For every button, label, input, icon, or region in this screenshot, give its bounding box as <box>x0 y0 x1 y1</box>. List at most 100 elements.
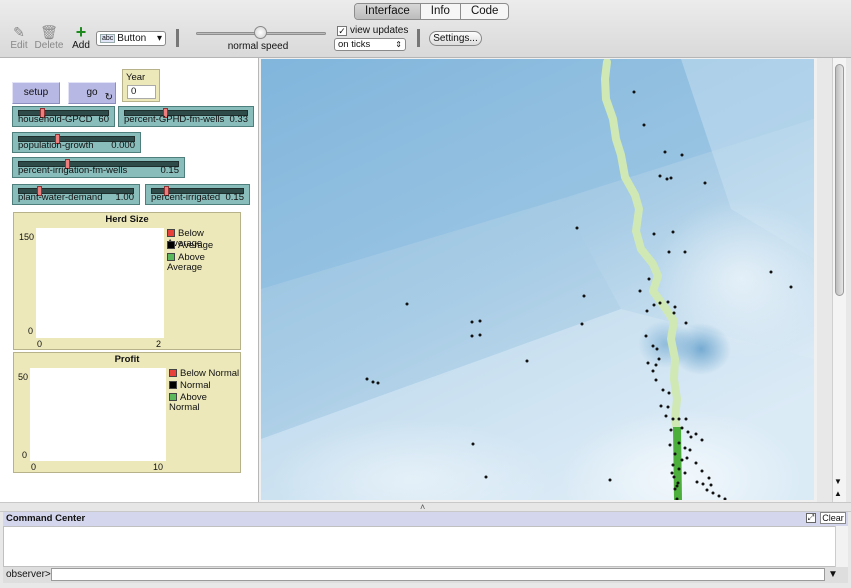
agent-dot <box>582 294 586 298</box>
agent-dot <box>717 494 721 498</box>
agent-dot <box>685 456 689 460</box>
legend-item: Average <box>167 241 213 251</box>
agent-dot <box>478 319 482 323</box>
slider-percent-irrigated[interactable]: percent-irrigated 0.15 <box>145 184 250 205</box>
legend-label: Normal <box>180 380 211 391</box>
slider-label: percent-irrigated <box>151 192 221 203</box>
legend-swatch <box>169 369 177 377</box>
agent-dot <box>669 428 673 432</box>
agent-dot <box>484 475 488 479</box>
plot-title: Profit <box>114 354 140 365</box>
tab-code[interactable]: Code <box>461 4 508 19</box>
world-view[interactable] <box>258 58 817 502</box>
slider-household-gpcd[interactable]: household-GPCD 60 <box>12 106 115 127</box>
edit-tool[interactable]: ✎ Edit <box>2 24 36 51</box>
agent-dot <box>655 347 659 351</box>
agent-dot <box>647 277 651 281</box>
tab-info[interactable]: Info <box>421 4 461 19</box>
clear-button[interactable]: Clear <box>820 512 846 524</box>
agent-dot <box>470 320 474 324</box>
command-output[interactable] <box>3 526 841 567</box>
button-widget-icon: abc <box>100 34 116 43</box>
agent-dot <box>580 322 584 326</box>
agent-dot <box>703 181 707 185</box>
slider-label: plant-water-demand <box>18 192 103 203</box>
agent-dot <box>667 250 671 254</box>
agent-dot <box>673 305 677 309</box>
agent-dot <box>471 442 475 446</box>
agent-dot <box>663 150 667 154</box>
legend-item: Above Normal <box>169 393 240 413</box>
slider-value: 0.000 <box>111 140 135 151</box>
world-canvas[interactable] <box>261 59 814 500</box>
legend-item: Above Average <box>167 253 240 273</box>
agent-dot <box>365 377 369 381</box>
view-updates-checkbox[interactable]: ✓ view updates <box>337 25 408 36</box>
command-center-header: Command Center ⤢ Clear <box>3 512 848 526</box>
agent-dot <box>789 285 793 289</box>
agent-type-label[interactable]: observer> <box>6 569 51 580</box>
slider-label: percent-GPHD-fm-wells <box>124 114 225 125</box>
agent-dot <box>684 417 688 421</box>
speed-slider-knob[interactable] <box>254 26 267 39</box>
delete-tool[interactable]: 🗑 Delete <box>32 24 66 51</box>
y-min-label: 0 <box>28 326 34 336</box>
split-divider[interactable]: ˄ <box>0 502 851 512</box>
agent-dot <box>666 300 670 304</box>
command-input[interactable] <box>51 568 825 581</box>
agent-dot <box>670 471 674 475</box>
river-lower <box>673 426 682 500</box>
update-mode-select[interactable]: on ticks ⇕ <box>334 38 406 51</box>
agent-dot <box>478 333 482 337</box>
view-scrollbar[interactable]: ▼ ▲ <box>832 58 846 502</box>
add-tool[interactable]: + Add <box>64 22 98 51</box>
scrollbar-thumb[interactable] <box>835 64 844 296</box>
agent-dot <box>689 435 693 439</box>
agent-dot <box>661 388 665 392</box>
setup-button[interactable]: setup <box>12 82 60 104</box>
scroll-down-arrow-icon[interactable]: ▼ <box>834 477 842 486</box>
history-dropdown-icon[interactable]: ▼ <box>828 569 838 580</box>
expand-icon[interactable]: ⤢ <box>806 513 816 523</box>
slider-value: 0.33 <box>229 114 249 125</box>
slider-percent-irrigation-fm-wells[interactable]: percent-irrigation-fm-wells 0.15 <box>12 157 185 178</box>
agent-dot <box>677 441 681 445</box>
herd-size-plot: Herd Size 150 0 0 2 Below Average Averag… <box>13 212 241 350</box>
agent-dot <box>677 417 681 421</box>
terrain-patch <box>638 320 694 368</box>
toolbar-divider <box>176 29 179 47</box>
profit-plot: Profit 50 0 0 10 Below Normal Normal Abo… <box>13 352 241 473</box>
plus-icon: + <box>75 22 87 42</box>
agent-dot <box>701 482 705 486</box>
chevron-down-icon: ▾ <box>156 33 162 44</box>
settings-button[interactable]: Settings... <box>429 31 482 46</box>
slider-population-growth[interactable]: population-growth 0.000 <box>12 132 141 153</box>
agent-dot <box>652 232 656 236</box>
slider-percent-gphd-fm-wells[interactable]: percent-GPHD-fm-wells 0.33 <box>118 106 254 127</box>
slider-plant-water-demand[interactable]: plant-water-demand 1.00 <box>12 184 140 205</box>
slider-value: 60 <box>98 114 109 125</box>
agent-dot <box>677 467 681 471</box>
scroll-up-arrow-icon[interactable]: ▲ <box>834 489 842 498</box>
widget-type-select[interactable]: abc Button ▾ <box>96 31 166 46</box>
agent-dot <box>673 452 677 456</box>
slider-value: 0.15 <box>225 192 245 203</box>
agent-dot <box>371 380 375 384</box>
go-label: go <box>86 87 98 98</box>
agent-dot <box>684 321 688 325</box>
legend-swatch <box>167 253 175 261</box>
y-min-label: 0 <box>22 450 28 460</box>
slider-label: household-GPCD <box>18 114 93 125</box>
agent-dot <box>671 463 675 467</box>
command-output-scrollbar[interactable] <box>835 526 848 567</box>
agent-dot <box>654 378 658 382</box>
go-button[interactable]: go ↻ <box>68 82 116 104</box>
year-label: Year <box>126 72 146 83</box>
agent-dot <box>683 446 687 450</box>
agent-dot <box>688 448 692 452</box>
update-mode-value: on ticks <box>338 39 371 50</box>
chevron-up-icon[interactable]: ˄ <box>420 502 425 512</box>
agent-dot <box>658 301 662 305</box>
toolbar: Interface Info Code ✎ Edit 🗑 Delete + Ad… <box>0 0 851 58</box>
tab-interface[interactable]: Interface <box>355 4 421 19</box>
